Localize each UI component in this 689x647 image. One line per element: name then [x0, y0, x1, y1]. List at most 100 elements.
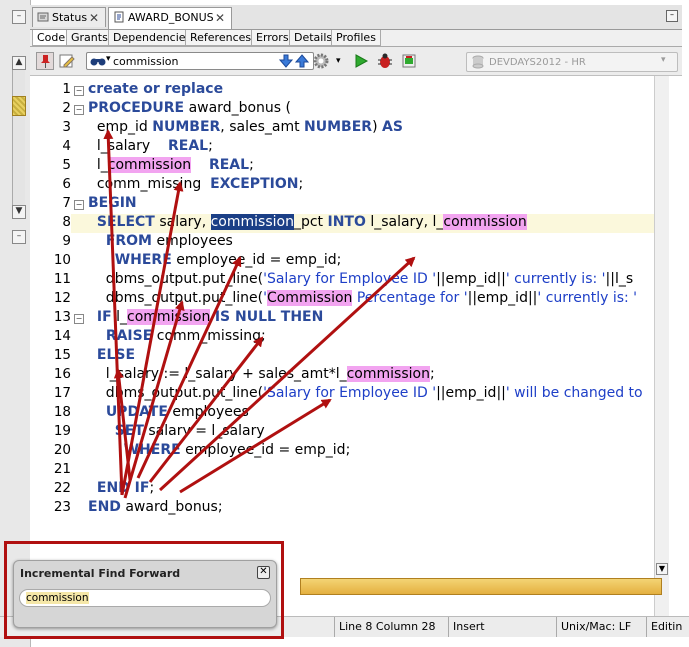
code-line[interactable]: dbms_output.put_line('Salary for Employe…	[88, 385, 643, 401]
code-token: FROM	[105, 233, 152, 249]
close-icon[interactable]: ✕	[257, 566, 270, 579]
code-line[interactable]: dbms_output.put_line('Salary for Employe…	[88, 271, 633, 287]
close-tab-icon[interactable]: ✕	[215, 8, 225, 28]
code-token: REAL	[208, 157, 250, 173]
code-line[interactable]: comm_missing EXCEPTION;	[88, 176, 303, 192]
line-number: 9	[62, 233, 71, 249]
line-ending[interactable]: Unix/Mac: LF	[556, 617, 647, 637]
code-line[interactable]: emp_id NUMBER, sales_amt NUMBER) AS	[88, 119, 403, 135]
subtab-code[interactable]: Code	[32, 30, 71, 46]
debug-icon[interactable]	[376, 52, 394, 70]
code-line[interactable]: RAISE comm_missing;	[88, 328, 266, 344]
code-token: EXCEPTION	[210, 176, 299, 192]
code-token: l_salary	[88, 138, 168, 154]
line-number: 18	[53, 404, 71, 420]
minimize-icon[interactable]: –	[12, 230, 26, 244]
insert-mode[interactable]: Insert	[448, 617, 553, 637]
code-line[interactable]: WHERE employee_id = emp_id;	[88, 252, 342, 268]
code-line[interactable]: SET salary = l_salary	[88, 423, 265, 439]
tab-status[interactable]: Status ✕	[32, 7, 106, 27]
find-input[interactable]: commission	[19, 589, 271, 607]
code-token: END	[88, 499, 121, 515]
fold-toggle-icon[interactable]: −	[74, 314, 84, 324]
search-input[interactable]: ▾ commission	[86, 52, 314, 70]
code-line[interactable]: BEGIN	[88, 195, 137, 211]
chevron-down-icon[interactable]: ▾	[106, 54, 111, 64]
compile-icon[interactable]	[400, 52, 418, 70]
code-line[interactable]: PROCEDURE award_bonus (	[88, 100, 291, 116]
search-match: Commission	[266, 290, 353, 306]
minimize-icon[interactable]: –	[12, 10, 26, 24]
code-line[interactable]: END IF;	[88, 480, 154, 496]
code-token: ;	[298, 176, 304, 192]
edit-icon[interactable]	[58, 52, 76, 70]
connection-select[interactable]: DEVDAYS2012 - HR ▾	[466, 52, 678, 72]
find-previous-icon[interactable]	[294, 54, 310, 71]
code-line[interactable]: create or replace	[88, 81, 223, 97]
code-line[interactable]: FROM employees	[88, 233, 233, 249]
code-token: dbms_output.put_line(	[88, 271, 264, 287]
edit-status: Editin	[646, 617, 689, 637]
fold-toggle-icon[interactable]: −	[74, 200, 84, 210]
status-icon	[37, 10, 49, 22]
line-number: 6	[62, 176, 71, 192]
close-tab-icon[interactable]: ✕	[89, 8, 99, 28]
fold-toggle-icon[interactable]: −	[74, 86, 84, 96]
code-line[interactable]: IF l_commission IS NULL THEN	[88, 309, 323, 325]
line-number: 8	[62, 214, 71, 230]
subtab-dependencies[interactable]: Dependencies	[108, 30, 197, 46]
code-token: BEGIN	[88, 195, 137, 211]
subtab-grants[interactable]: Grants	[66, 30, 113, 46]
code-token: END IF	[96, 480, 150, 496]
code-line[interactable]: WHERE employee_id = emp_id;	[88, 442, 351, 458]
code-token: employees	[167, 404, 249, 420]
run-icon[interactable]	[352, 52, 370, 70]
code-line[interactable]: END award_bonus;	[88, 499, 223, 515]
scroll-up-icon[interactable]: ▲	[12, 56, 26, 70]
code-line[interactable]: dbms_output.put_line('Commission Percent…	[88, 290, 637, 306]
pin-icon[interactable]	[36, 52, 54, 70]
code-line[interactable]: l_salary := l_salary + sales_amt*l_commi…	[88, 366, 435, 382]
horizontal-scroll-thumb[interactable]	[300, 578, 662, 595]
chevron-down-icon[interactable]: ▾	[336, 56, 341, 66]
line-number: 2	[62, 100, 71, 116]
subtab-profiles[interactable]: Profiles	[331, 30, 381, 46]
code-line[interactable]: SELECT salary, commission_pct INTO l_sal…	[88, 214, 527, 230]
search-match: commission	[210, 214, 294, 230]
maximize-icon[interactable]: –	[666, 10, 678, 22]
code-token: INTO	[327, 214, 366, 230]
code-token: REAL	[167, 138, 209, 154]
code-editor[interactable]: 1 2 3 4 5 6 7 8 9 10 11 12 13 14 15 16 17 18 19 20 21 22 23 − −…	[30, 76, 654, 616]
code-token: PROCEDURE	[88, 100, 185, 116]
editor-vertical-scrollbar[interactable]	[654, 76, 669, 616]
fold-toggle-icon[interactable]: −	[74, 105, 84, 115]
code-token: WHERE	[114, 252, 172, 268]
scroll-down-icon[interactable]: ▼	[12, 205, 26, 219]
code-token: ' currently is: '	[505, 271, 606, 287]
left-panel-scrollbar[interactable]	[12, 56, 25, 216]
line-number: 14	[53, 328, 71, 344]
scroll-thumb[interactable]	[12, 96, 26, 116]
scroll-down-icon[interactable]: ▼	[656, 563, 668, 575]
code-line[interactable]: ELSE	[88, 347, 135, 363]
code-token: ||emp_id||	[436, 271, 506, 287]
subtab-errors[interactable]: Errors	[251, 30, 294, 46]
code-line[interactable]: UPDATE employees	[88, 404, 249, 420]
gear-icon[interactable]	[312, 52, 330, 70]
line-number: 22	[53, 480, 71, 496]
subtab-references[interactable]: References	[185, 30, 257, 46]
code-line[interactable]: l_salary REAL;	[88, 138, 213, 154]
subtab-details[interactable]: Details	[289, 30, 338, 46]
line-number: 13	[53, 309, 71, 325]
find-next-icon[interactable]	[278, 54, 294, 71]
chevron-down-icon[interactable]: ▾	[661, 55, 666, 65]
editor-subtabs: Code Grants Dependencies References Erro…	[30, 30, 682, 47]
code-token: comm_missing;	[152, 328, 266, 344]
code-line[interactable]: l_commission REAL;	[88, 157, 254, 173]
editor-tab-bar: Status ✕ AWARD_BONUS ✕ –	[30, 5, 682, 30]
tab-award-bonus[interactable]: AWARD_BONUS ✕	[108, 7, 232, 29]
